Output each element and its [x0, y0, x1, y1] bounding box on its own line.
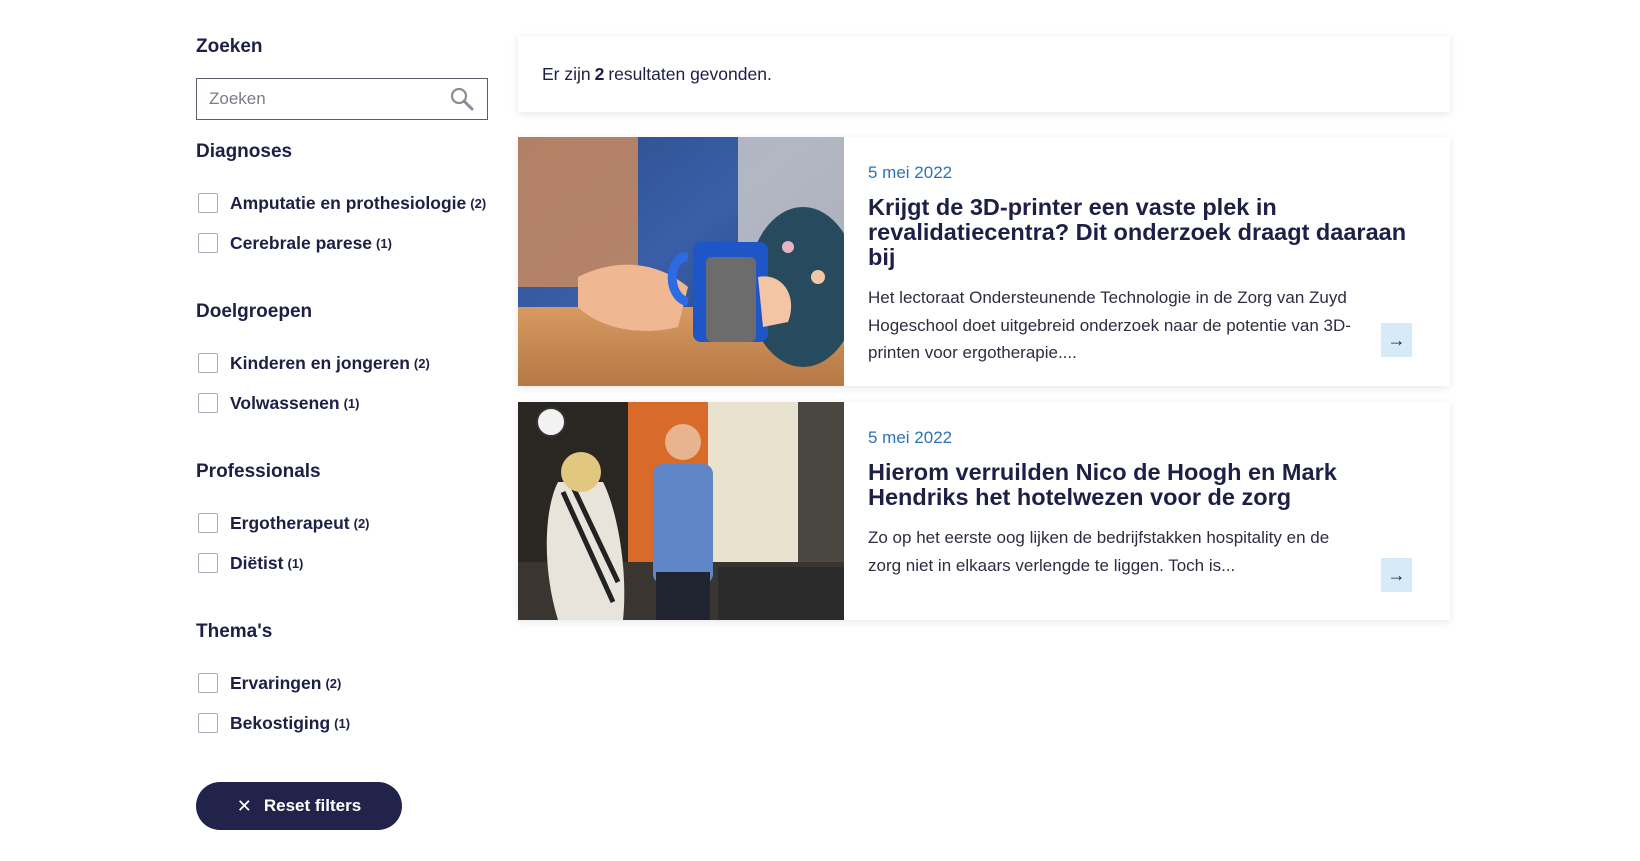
filter-group-themas: Thema's Ervaringen (2) Bekostiging (1) — [196, 621, 488, 743]
filter-option-label: Ergotherapeut — [230, 512, 350, 533]
filter-group-title: Professionals — [196, 461, 321, 482]
filter-option[interactable]: Kinderen en jongeren (2) — [196, 343, 488, 383]
filter-group-professionals: Professionals Ergotherapeut (2) Diëtist … — [196, 461, 488, 583]
filter-option[interactable]: Ergotherapeut (2) — [196, 503, 488, 543]
article-excerpt: Zo op het eerste oog lijken de bedrijfst… — [868, 528, 1330, 575]
article-image-3d-printed-cup[interactable] — [518, 137, 844, 386]
checkbox[interactable] — [198, 233, 218, 253]
filter-option[interactable]: Cerebrale parese (1) — [196, 223, 488, 263]
results-suffix: resultaten gevonden. — [608, 63, 772, 84]
filter-option-count: (1) — [287, 555, 304, 571]
checkbox[interactable] — [198, 713, 218, 733]
article-card[interactable]: 5 mei 2022 Hierom verruilden Nico de Hoo… — [518, 402, 1450, 620]
article-read-more-button[interactable]: → — [1381, 558, 1412, 592]
filter-option-label: Kinderen en jongeren — [230, 352, 410, 373]
article-body: 5 mei 2022 Krijgt de 3D-printer een vast… — [844, 137, 1450, 386]
search-box[interactable] — [196, 78, 488, 120]
filter-option-count: (2) — [413, 355, 430, 371]
arrow-right-icon: → — [1387, 329, 1406, 350]
filter-option-label: Ervaringen — [230, 672, 322, 693]
article-title[interactable]: Hierom verruilden Nico de Hoogh en Mark … — [868, 460, 1412, 510]
filter-option-count: (1) — [376, 235, 392, 251]
filter-option-label: Bekostiging — [230, 712, 331, 733]
filter-option-label: Volwassenen — [230, 392, 340, 413]
filter-option[interactable]: Ervaringen (2) — [196, 663, 488, 703]
filter-option-count: (1) — [334, 715, 351, 731]
article-card[interactable]: 5 mei 2022 Krijgt de 3D-printer een vast… — [518, 137, 1450, 386]
checkbox[interactable] — [198, 513, 218, 533]
filter-option-count: (1) — [343, 395, 360, 411]
filter-option-label: Amputatie en prothesiologie — [230, 192, 467, 213]
filter-option-count: (2) — [470, 195, 487, 211]
checkbox[interactable] — [198, 673, 218, 693]
search-input[interactable] — [209, 89, 449, 109]
reset-filters-button[interactable]: ✕ Reset filters — [196, 782, 402, 830]
close-icon: ✕ — [236, 795, 252, 816]
arrow-right-icon: → — [1387, 564, 1406, 585]
filter-option-count: (2) — [353, 515, 370, 531]
results-prefix: Er zijn — [542, 63, 591, 84]
article-date: 5 mei 2022 — [868, 163, 953, 182]
article-body: 5 mei 2022 Hierom verruilden Nico de Hoo… — [844, 402, 1450, 620]
filter-option[interactable]: Volwassenen (1) — [196, 383, 488, 423]
checkbox[interactable] — [198, 553, 218, 573]
article-image-reception[interactable] — [518, 402, 844, 620]
filter-option[interactable]: Diëtist (1) — [196, 543, 488, 583]
checkbox[interactable] — [198, 393, 218, 413]
article-title[interactable]: Krijgt de 3D-printer een vaste plek in r… — [868, 195, 1412, 270]
filter-group-doelgroepen: Doelgroepen Kinderen en jongeren (2) Vol… — [196, 301, 488, 423]
filter-option-count: (2) — [325, 675, 342, 691]
filter-option[interactable]: Bekostiging (1) — [196, 703, 488, 743]
search-icon[interactable] — [449, 86, 475, 112]
reset-filters-label: Reset filters — [263, 796, 362, 815]
search-heading: Zoeken — [196, 36, 263, 57]
results-count: 2 — [594, 63, 605, 84]
checkbox[interactable] — [198, 353, 218, 373]
checkbox[interactable] — [198, 193, 218, 213]
filter-option-label: Cerebrale parese — [230, 232, 373, 253]
filter-group-title: Diagnoses — [196, 141, 293, 162]
results-summary: Er zijn 2 resultaten gevonden. — [518, 36, 1450, 112]
filter-group-diagnoses: Diagnoses Amputatie en prothesiologie (2… — [196, 141, 488, 263]
article-excerpt: Het lectoraat Ondersteunende Technologie… — [868, 288, 1351, 362]
filter-group-title: Doelgroepen — [196, 301, 313, 322]
filter-option-label: Diëtist — [230, 552, 284, 573]
article-read-more-button[interactable]: → — [1381, 323, 1412, 357]
filter-group-title: Thema's — [196, 621, 273, 642]
article-date: 5 mei 2022 — [868, 428, 953, 447]
filter-option[interactable]: Amputatie en prothesiologie (2) — [196, 183, 488, 223]
